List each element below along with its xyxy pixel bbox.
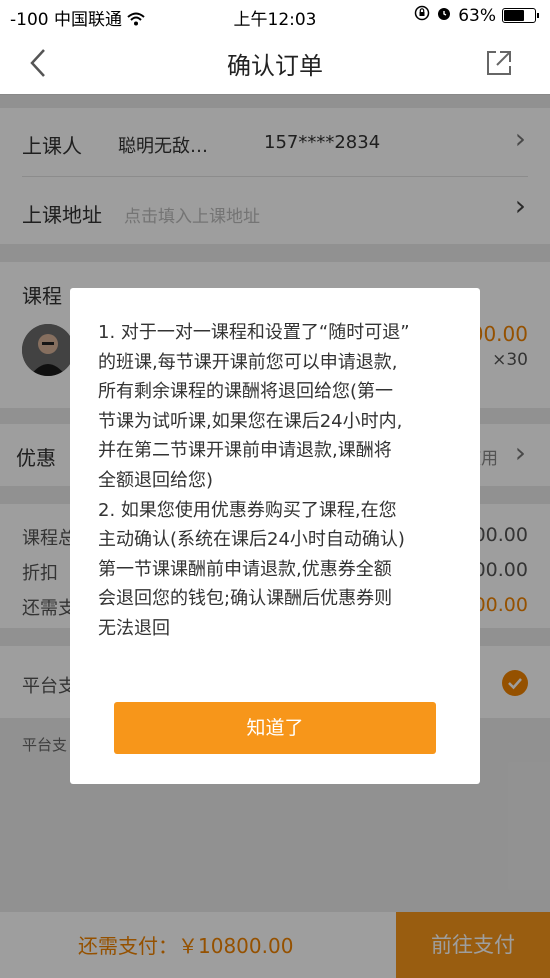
policy-line: 第一节课课酬前申请退款,优惠券全额	[98, 558, 392, 580]
alarm-icon	[436, 5, 452, 26]
battery-percent: 63%	[458, 5, 496, 26]
refund-policy-dialog: 1. 对于一对一课程和设置了“随时可退” 的班课,每节课开课前您可以申请退款, …	[70, 288, 480, 784]
policy-line: 无法退回	[98, 617, 170, 639]
rotation-lock-icon	[414, 5, 430, 26]
battery-icon	[502, 8, 539, 23]
share-icon	[487, 51, 511, 75]
got-it-button[interactable]: 知道了	[114, 702, 436, 754]
policy-line: 2. 如果您使用优惠券购买了课程,在您	[98, 499, 397, 521]
status-right: 63%	[414, 5, 539, 26]
nav-bar: 确认订单	[0, 32, 550, 95]
page-title: 确认订单	[227, 52, 323, 80]
policy-line: 节课为试听课,如果您在课后24小时内,	[98, 410, 403, 432]
refund-policy-text: 1. 对于一对一课程和设置了“随时可退” 的班课,每节课开课前您可以申请退款, …	[98, 318, 458, 644]
policy-line: 会退回您的钱包;确认课酬后优惠券则	[98, 588, 393, 610]
policy-line: 1. 对于一对一课程和设置了“随时可退”	[98, 322, 410, 343]
share-button[interactable]	[484, 48, 514, 78]
policy-line: 全额退回给您)	[98, 469, 214, 491]
policy-line: 所有剩余课程的课酬将退回给您(第一	[98, 381, 394, 403]
status-bar: -100 中国联通 上午12:03 63%	[0, 0, 550, 32]
policy-line: 主动确认(系统在课后24小时自动确认)	[98, 529, 405, 551]
policy-line: 并在第二节课开课前申请退款,课酬将	[98, 440, 392, 462]
policy-line: 的班课,每节课开课前您可以申请退款,	[98, 351, 398, 373]
